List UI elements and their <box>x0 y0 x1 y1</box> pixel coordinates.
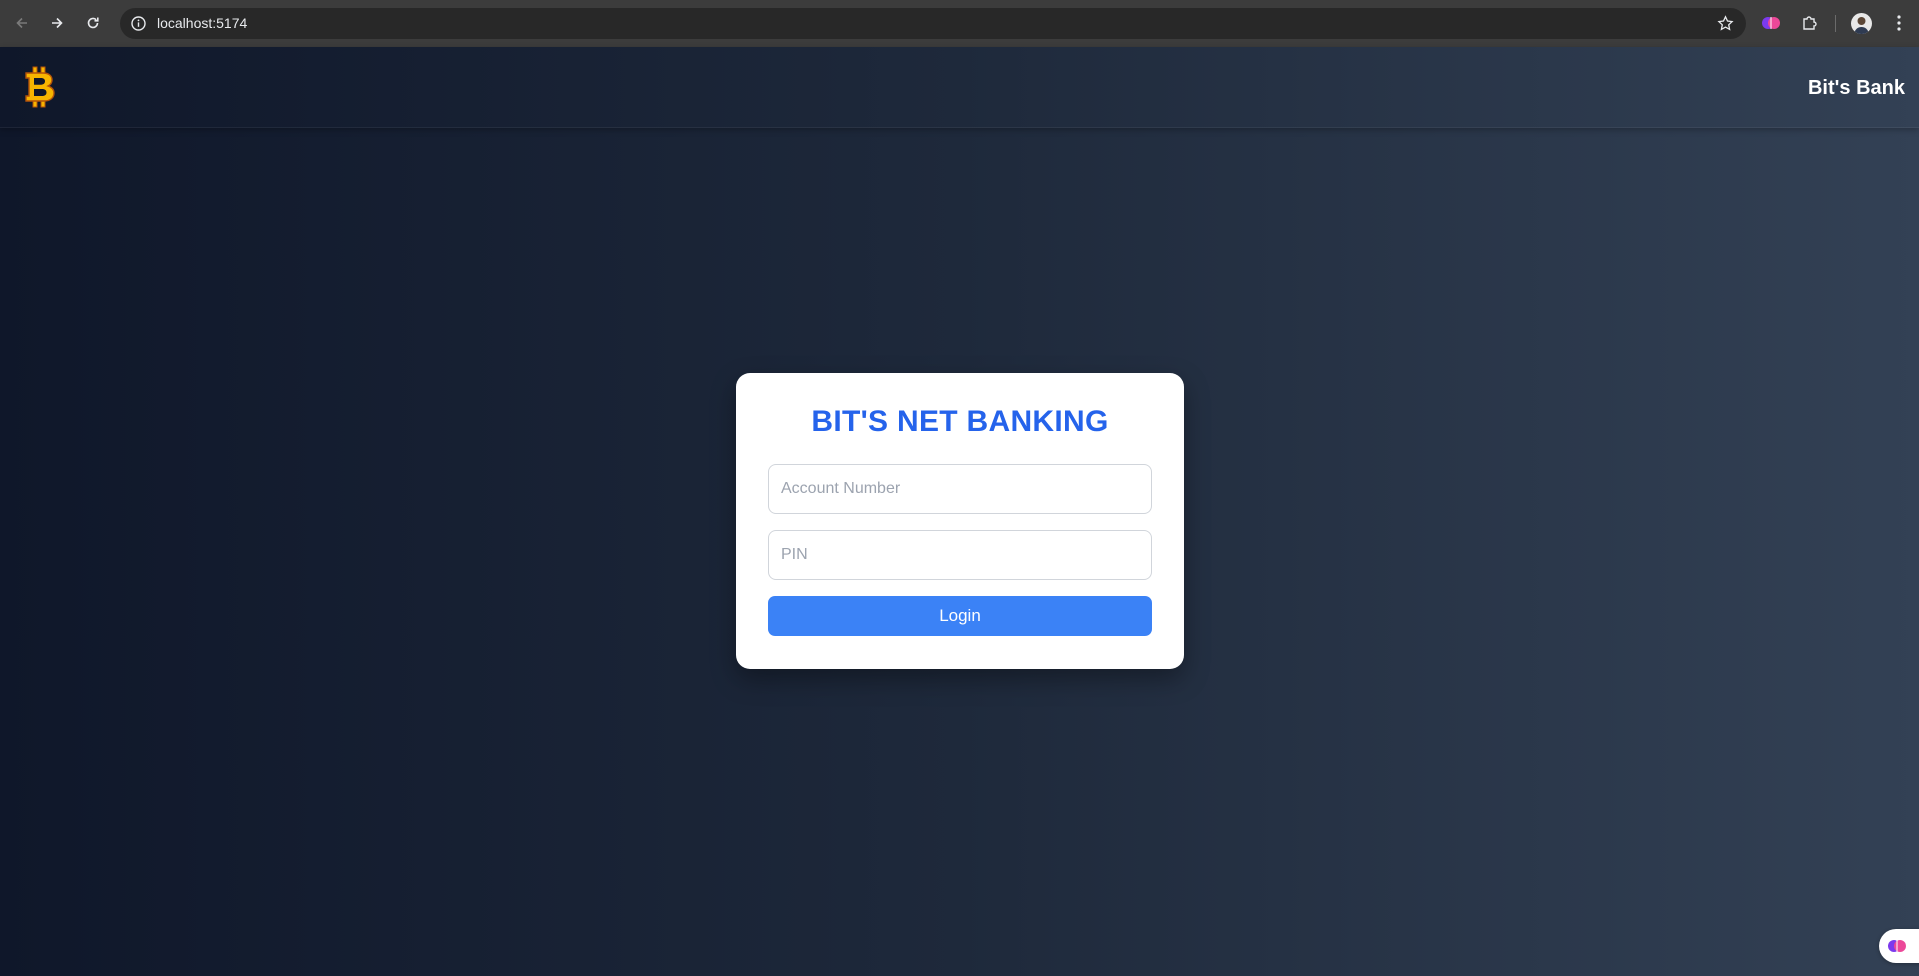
brand-name: Bit's Bank <box>1807 77 1905 99</box>
brain-extension-icon[interactable] <box>1761 13 1781 33</box>
profile-avatar[interactable] <box>1851 13 1872 34</box>
menu-kebab-icon[interactable] <box>1892 13 1906 33</box>
address-bar[interactable]: localhost:5174 <box>120 8 1746 39</box>
account-number-input[interactable] <box>768 464 1152 514</box>
login-card: BIT'S NET BANKING Login <box>736 373 1184 669</box>
bookmark-star-icon[interactable] <box>1717 15 1734 32</box>
login-title: BIT'S NET BANKING <box>811 405 1109 438</box>
forward-icon[interactable] <box>46 12 68 34</box>
pin-input[interactable] <box>768 530 1152 580</box>
toolbar-divider <box>1835 15 1836 32</box>
reload-icon[interactable] <box>82 12 104 34</box>
puzzle-extensions-icon[interactable] <box>1800 13 1820 33</box>
floating-extension-button[interactable] <box>1879 929 1919 963</box>
browser-toolbar: localhost:5174 <box>0 0 1919 47</box>
brain-extension-icon <box>1888 940 1906 952</box>
app-header: Bit's Bank <box>0 47 1919 128</box>
back-icon[interactable] <box>11 12 33 34</box>
bitcoin-logo-icon[interactable] <box>22 65 58 109</box>
url-text[interactable]: localhost:5174 <box>157 15 247 31</box>
site-info-icon[interactable] <box>130 15 147 32</box>
login-button[interactable]: Login <box>768 596 1152 636</box>
page-body: Bit's Bank BIT'S NET BANKING Login <box>0 47 1919 976</box>
